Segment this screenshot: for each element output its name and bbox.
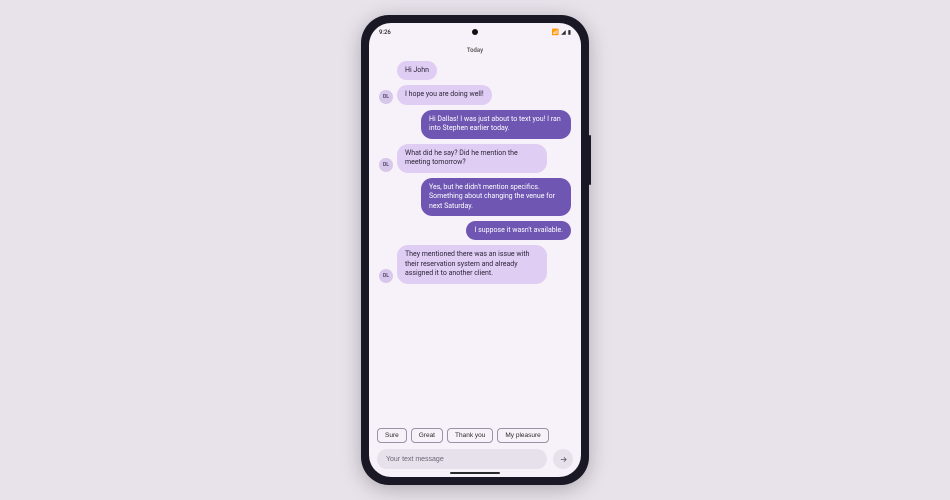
- suggestion-chip[interactable]: My pleasure: [497, 428, 548, 443]
- suggestion-chip[interactable]: Thank you: [447, 428, 493, 443]
- message-row: I suppose it wasn't available.: [379, 221, 571, 240]
- message-row: DL I hope you are doing well!: [379, 85, 571, 104]
- send-icon: [559, 455, 568, 464]
- message-bubble-incoming[interactable]: They mentioned there was an issue with t…: [397, 245, 547, 283]
- message-bubble-outgoing[interactable]: I suppose it wasn't available.: [466, 221, 571, 240]
- conversation-scroll[interactable]: Today Hi John DL I hope you are doing we…: [369, 41, 581, 425]
- suggestion-chip[interactable]: Sure: [377, 428, 407, 443]
- front-camera: [472, 29, 478, 35]
- suggestion-chips-row: Sure Great Thank you My pleasure: [369, 425, 581, 443]
- suggestion-chip[interactable]: Great: [411, 428, 443, 443]
- wifi-icon: 📶: [552, 29, 559, 36]
- message-bubble-outgoing[interactable]: Hi Dallas! I was just about to text you!…: [421, 110, 571, 139]
- nav-handle[interactable]: [450, 472, 500, 475]
- contact-avatar[interactable]: DL: [379, 90, 393, 104]
- message-row: Yes, but he didn't mention specifics. So…: [379, 178, 571, 216]
- status-right: 📶 ◢ ▮: [552, 29, 571, 36]
- contact-avatar[interactable]: DL: [379, 269, 393, 283]
- phone-frame: 9:26 📶 ◢ ▮ Today Hi John DL I hope you a…: [361, 15, 589, 485]
- battery-icon: ▮: [568, 29, 571, 36]
- signal-icon: ◢: [561, 29, 566, 36]
- message-bubble-incoming[interactable]: Hi John: [397, 61, 437, 80]
- message-row: DL They mentioned there was an issue wit…: [379, 245, 571, 283]
- message-row: DL What did he say? Did he mention the m…: [379, 144, 571, 173]
- message-row: Hi John: [379, 61, 571, 80]
- message-bubble-incoming[interactable]: What did he say? Did he mention the meet…: [397, 144, 547, 173]
- phone-screen: 9:26 📶 ◢ ▮ Today Hi John DL I hope you a…: [369, 23, 581, 477]
- message-bubble-incoming[interactable]: I hope you are doing well!: [397, 85, 492, 104]
- date-header: Today: [379, 47, 571, 54]
- message-input[interactable]: [377, 449, 547, 469]
- send-button[interactable]: [553, 449, 573, 469]
- message-row: Hi Dallas! I was just about to text you!…: [379, 110, 571, 139]
- contact-avatar[interactable]: DL: [379, 158, 393, 172]
- message-bubble-outgoing[interactable]: Yes, but he didn't mention specifics. So…: [421, 178, 571, 216]
- status-time: 9:26: [379, 29, 391, 36]
